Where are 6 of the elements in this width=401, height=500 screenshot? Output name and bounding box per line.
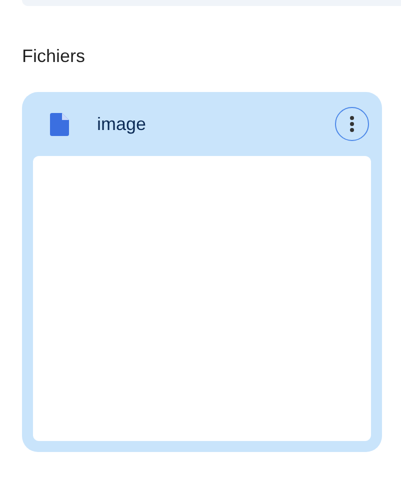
more-vertical-icon xyxy=(350,116,354,132)
document-icon xyxy=(50,112,69,136)
more-button[interactable] xyxy=(335,107,369,141)
file-name: image xyxy=(97,112,148,136)
file-card[interactable]: image xyxy=(22,92,382,452)
section-title: Fichiers xyxy=(22,45,86,67)
